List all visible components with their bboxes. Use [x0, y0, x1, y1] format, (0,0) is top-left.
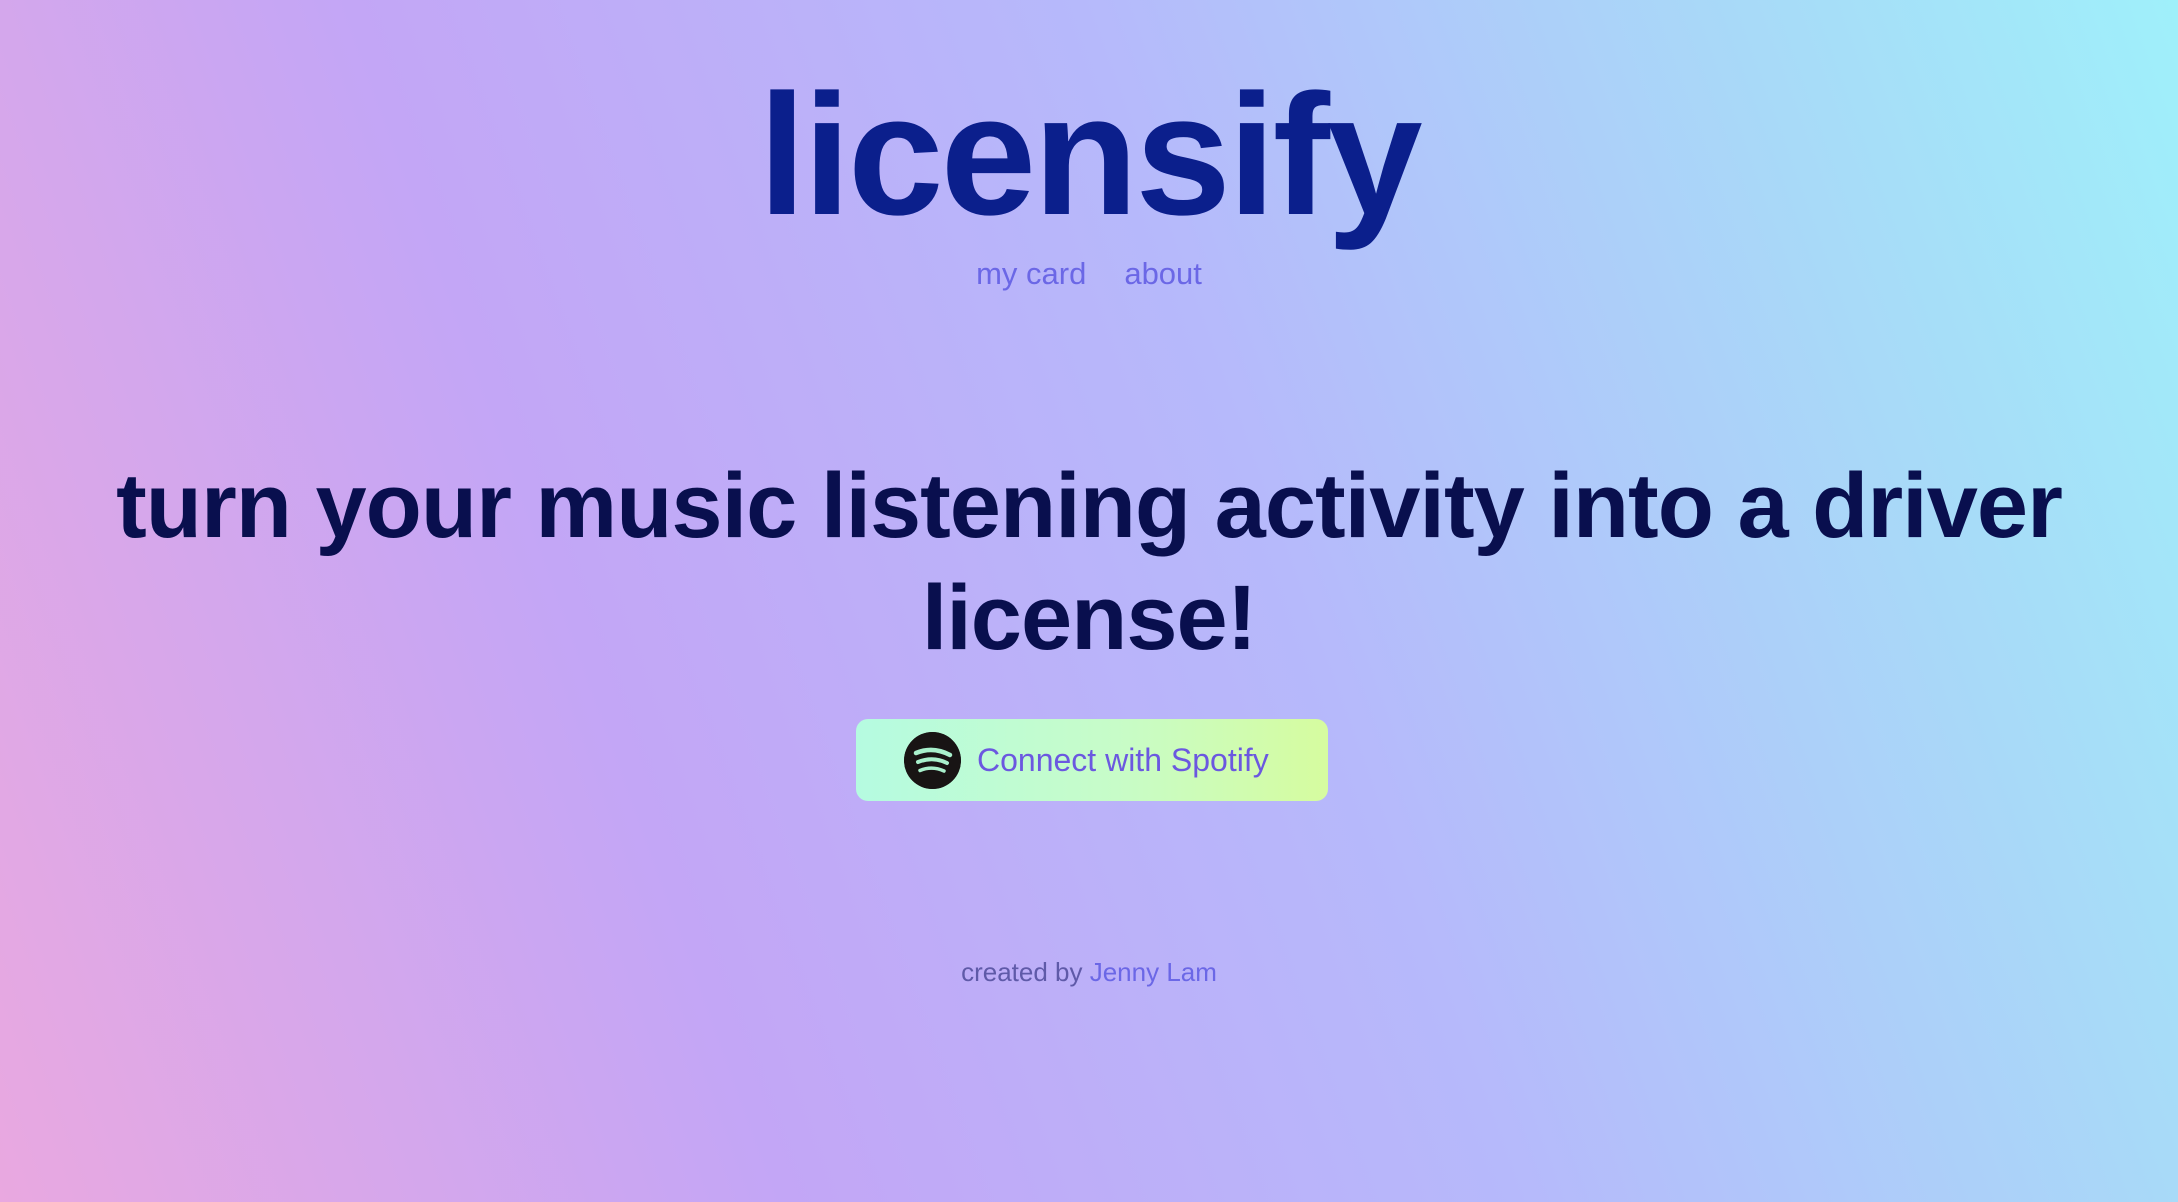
connect-spotify-button[interactable]: Connect with Spotify: [856, 719, 1328, 801]
connect-button-label: Connect with Spotify: [977, 742, 1269, 778]
nav-link-my-card[interactable]: my card: [976, 252, 1086, 296]
main-nav: my card about: [0, 252, 2178, 296]
app-logo[interactable]: licensify: [0, 60, 2178, 250]
spotify-icon: [904, 731, 961, 789]
hero-headline: turn your music listening activity into …: [116, 455, 2063, 669]
nav-link-about[interactable]: about: [1124, 252, 1202, 296]
author-link[interactable]: Jenny Lam: [1090, 957, 1217, 987]
footer-prefix: created by: [961, 957, 1090, 987]
footer-credit: created by Jenny Lam: [0, 954, 2178, 990]
